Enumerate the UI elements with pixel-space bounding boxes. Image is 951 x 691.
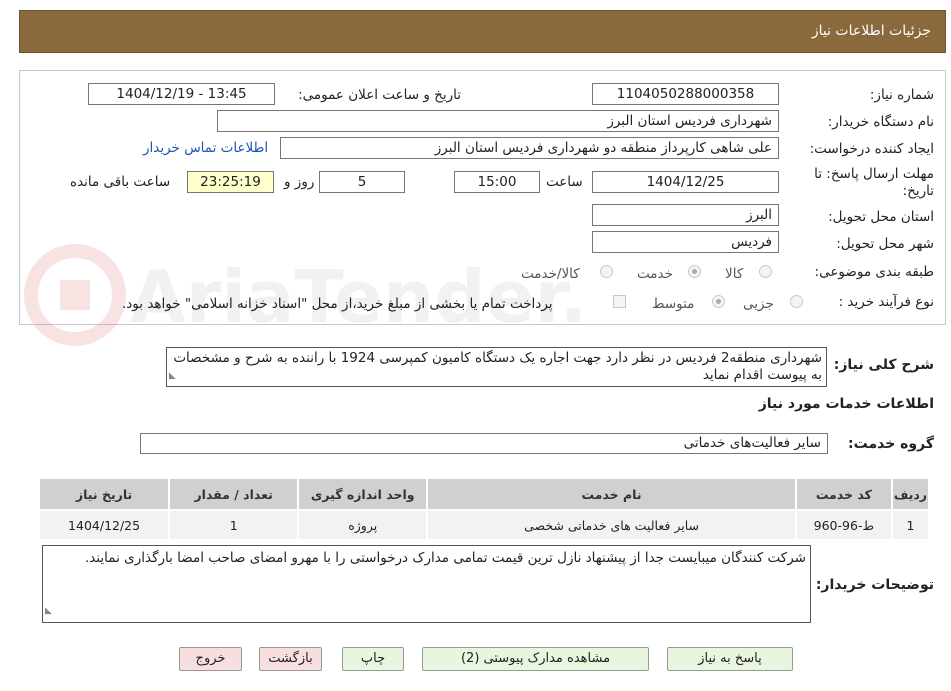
services-table: ردیف کد خدمت نام خدمت واحد اندازه گیری ت… bbox=[37, 477, 931, 541]
cell-quantity: 1 bbox=[168, 509, 300, 541]
services-info-title: اطلاعات خدمات مورد نیاز bbox=[758, 396, 934, 412]
treasury-checkbox[interactable] bbox=[613, 295, 626, 308]
deadline-date-field: 1404/12/25 bbox=[592, 171, 779, 193]
deadline-label-date: تاریخ: bbox=[902, 183, 934, 199]
province-field: البرز bbox=[592, 204, 779, 226]
resize-handle-icon[interactable]: ◢ bbox=[169, 368, 176, 385]
treasury-note: پرداخت تمام یا بخشی از مبلغ خرید،از محل … bbox=[122, 296, 553, 312]
cell-service-code: ط-96-960 bbox=[794, 509, 893, 541]
col-header-quantity: تعداد / مقدار bbox=[168, 477, 300, 511]
exit-button[interactable]: خروج bbox=[179, 647, 242, 671]
col-header-row-num: ردیف bbox=[890, 477, 931, 511]
deadline-days-label: روز و bbox=[284, 174, 315, 190]
resize-handle-icon[interactable]: ◢ bbox=[45, 601, 52, 621]
back-button[interactable]: بازگشت bbox=[259, 647, 322, 671]
category-option-service: خدمت bbox=[637, 266, 673, 282]
process-label: نوع فرآیند خرید : bbox=[838, 294, 934, 310]
deadline-days-field: 5 bbox=[319, 171, 405, 193]
print-button[interactable]: چاپ bbox=[342, 647, 404, 671]
category-option-goods-service: کالا/خدمت bbox=[521, 266, 580, 282]
description-label: شرح کلی نیاز: bbox=[833, 357, 934, 373]
process-radio-minor[interactable] bbox=[790, 295, 803, 308]
table-row: 1 ط-96-960 سایر فعالیت های خدماتی شخصی پ… bbox=[37, 509, 931, 541]
remaining-time-field: 23:25:19 bbox=[187, 171, 274, 193]
announce-field: 1404/12/19 - 13:45 bbox=[88, 83, 275, 105]
city-label: شهر محل تحویل: bbox=[836, 236, 934, 252]
buyer-notes-field[interactable]: شرکت کنندگان میبایست جدا از پیشنهاد نازل… bbox=[42, 545, 811, 623]
table-header-row: ردیف کد خدمت نام خدمت واحد اندازه گیری ت… bbox=[37, 477, 931, 511]
description-text: شهرداری منطقه2 فردیس در نظر دارد جهت اجا… bbox=[173, 350, 822, 383]
category-radio-service[interactable] bbox=[688, 265, 701, 278]
category-radio-goods[interactable] bbox=[759, 265, 772, 278]
buyer-notes-text: شرکت کنندگان میبایست جدا از پیشنهاد نازل… bbox=[84, 550, 806, 566]
category-option-goods: کالا bbox=[725, 266, 744, 282]
buyer-contact-link[interactable]: اطلاعات تماس خریدار bbox=[143, 140, 268, 156]
service-group-field: سایر فعالیت‌های خدماتی bbox=[140, 433, 828, 454]
col-header-unit: واحد اندازه گیری bbox=[297, 477, 429, 511]
category-label: طبقه بندی موضوعی: bbox=[814, 264, 934, 280]
col-header-need-date: تاریخ نیاز bbox=[37, 477, 171, 511]
col-header-service-name: نام خدمت bbox=[426, 477, 797, 511]
city-field: فردیس bbox=[592, 231, 779, 253]
need-number-label: شماره نیاز: bbox=[869, 87, 934, 103]
process-radio-medium[interactable] bbox=[712, 295, 725, 308]
buyer-org-label: نام دستگاه خریدار: bbox=[827, 114, 934, 130]
process-option-medium: متوسط bbox=[652, 296, 695, 312]
cell-service-name: سایر فعالیت های خدماتی شخصی bbox=[426, 509, 797, 541]
requester-label: ایجاد کننده درخواست: bbox=[809, 141, 934, 157]
province-label: استان محل تحویل: bbox=[828, 209, 934, 225]
remaining-time-label: ساعت باقی مانده bbox=[70, 174, 171, 190]
description-field[interactable]: شهرداری منطقه2 فردیس در نظر دارد جهت اجا… bbox=[166, 347, 827, 387]
reply-button[interactable]: پاسخ به نیاز bbox=[667, 647, 793, 671]
page-header: جزئیات اطلاعات نیاز bbox=[19, 10, 946, 53]
requester-field: علی شاهی کارپرداز منطقه دو شهرداری فردیس… bbox=[280, 137, 779, 159]
col-header-service-code: کد خدمت bbox=[794, 477, 893, 511]
announce-label: تاریخ و ساعت اعلان عمومی: bbox=[298, 87, 461, 103]
deadline-label: مهلت ارسال پاسخ: تا bbox=[814, 166, 934, 182]
category-radio-goods-service[interactable] bbox=[600, 265, 613, 278]
view-attachments-button[interactable]: مشاهده مدارک پیوستی (2) bbox=[422, 647, 649, 671]
cell-row-num: 1 bbox=[890, 509, 931, 541]
cell-unit: پروژه bbox=[297, 509, 429, 541]
deadline-time-label: ساعت bbox=[546, 174, 583, 190]
process-option-minor: جزیی bbox=[743, 296, 774, 312]
need-number-field: 1104050288000358 bbox=[592, 83, 779, 105]
deadline-time-field: 15:00 bbox=[454, 171, 540, 193]
buyer-notes-label: توضیحات خریدار: bbox=[815, 577, 934, 593]
cell-need-date: 1404/12/25 bbox=[37, 509, 171, 541]
page-title: جزئیات اطلاعات نیاز bbox=[811, 23, 931, 39]
service-group-label: گروه خدمت: bbox=[848, 436, 934, 452]
buyer-org-field: شهرداری فردیس استان البرز bbox=[217, 110, 779, 132]
